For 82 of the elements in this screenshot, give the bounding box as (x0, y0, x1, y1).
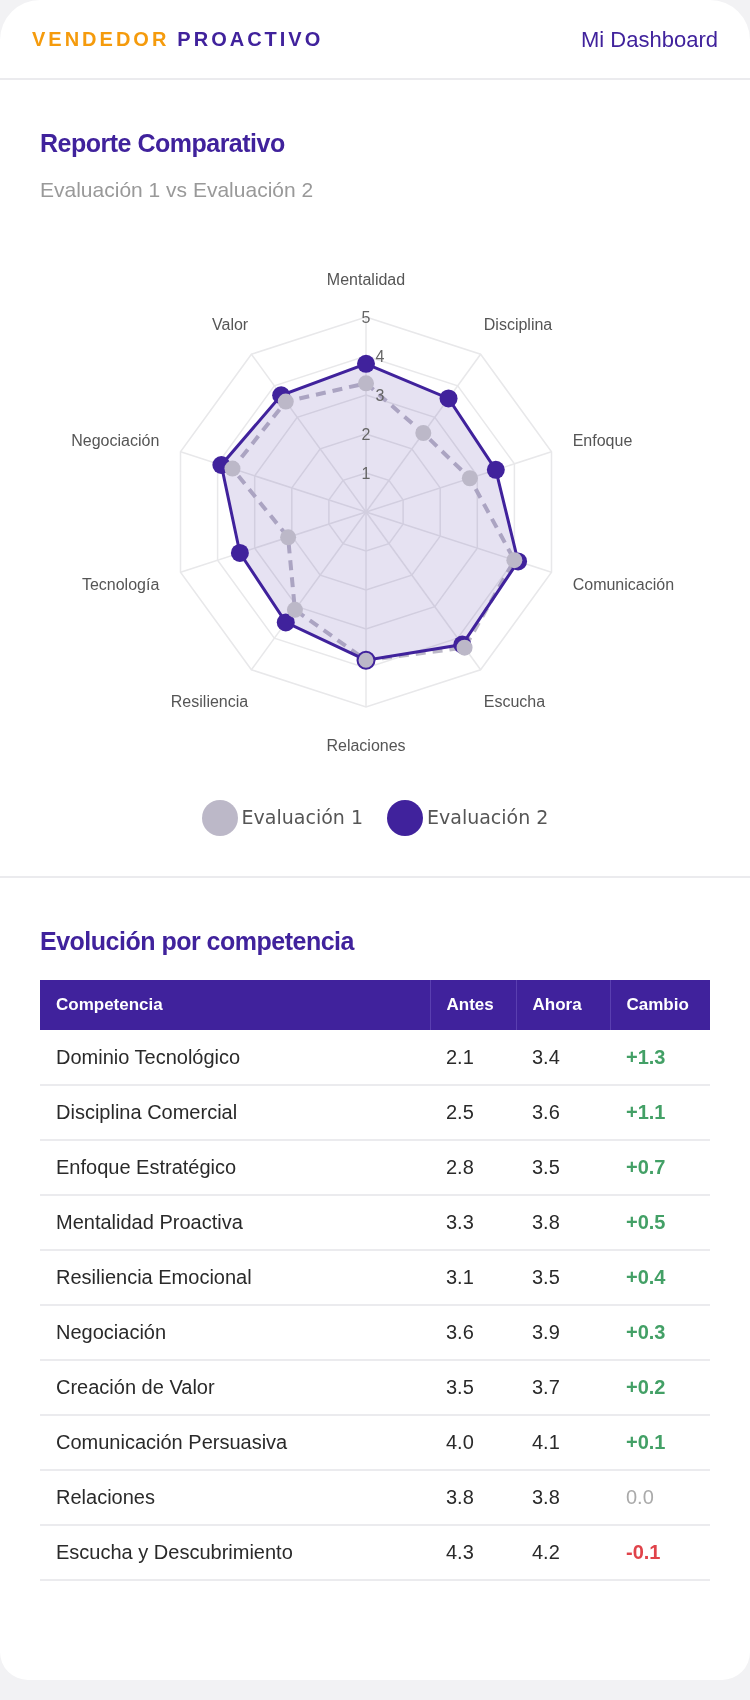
score-cell: 3.8 (430, 1469, 516, 1525)
section-subtitle: Evaluación 1 vs Evaluación 2 (40, 177, 315, 203)
score-cell: 3.3 (430, 1194, 516, 1250)
score-cell: 4.0 (430, 1414, 516, 1470)
axis-label: Disciplina (483, 315, 553, 332)
change-cell: +1.1 (610, 1084, 710, 1140)
axis-label: Enfoque (572, 431, 633, 449)
axis-label: Relaciones (326, 736, 406, 754)
score-cell: 3.4 (516, 1029, 610, 1085)
tick-label: 3 (375, 386, 385, 404)
change-cell: 0.0 (610, 1469, 710, 1525)
axis-label: Tecnología (81, 575, 160, 593)
competency-cell: Mentalidad Proactiva (40, 1194, 430, 1250)
data-point (461, 469, 478, 486)
column-header: Competencia (40, 979, 430, 1030)
competency-cell: Dominio Tecnológico (40, 1029, 430, 1085)
change-cell: +0.5 (610, 1194, 710, 1250)
data-point (230, 543, 249, 562)
competency-cell: Escucha y Descubrimiento (40, 1524, 430, 1580)
tick-label: 4 (375, 347, 385, 365)
score-cell: 3.8 (516, 1469, 610, 1525)
data-point (456, 639, 473, 656)
score-cell: 3.7 (516, 1359, 610, 1415)
data-point (356, 650, 376, 670)
score-cell: 4.2 (516, 1524, 610, 1580)
tick-label: 2 (361, 425, 371, 443)
change-cell: -0.1 (610, 1524, 710, 1580)
data-point (286, 601, 303, 618)
competency-cell: Relaciones (40, 1469, 430, 1525)
axis-label: Mentalidad (326, 270, 406, 288)
score-cell: 3.5 (516, 1139, 610, 1195)
axis-label: Negociación (71, 431, 160, 449)
column-header: Antes (430, 979, 516, 1030)
change-cell: +0.1 (610, 1414, 710, 1470)
data-point (224, 460, 241, 477)
axis-label: Escucha (483, 692, 546, 709)
column-header: Ahora (516, 979, 610, 1030)
axis-label: Resiliencia (170, 692, 249, 709)
section-title: Reporte Comparativo (40, 128, 286, 158)
score-cell: 3.9 (516, 1304, 610, 1360)
change-cell: +0.4 (610, 1249, 710, 1305)
score-cell: 2.5 (430, 1084, 516, 1140)
score-cell: 3.1 (430, 1249, 516, 1305)
change-cell: +1.3 (610, 1029, 710, 1085)
score-cell: 4.1 (516, 1414, 610, 1470)
score-cell: 4.3 (430, 1524, 516, 1580)
change-cell: +0.3 (610, 1304, 710, 1360)
score-cell: 3.5 (430, 1359, 516, 1415)
competency-cell: Comunicación Persuasiva (40, 1414, 430, 1470)
legend-label: Evaluación 2 (427, 805, 549, 831)
score-cell: 3.6 (430, 1304, 516, 1360)
dashboard-link[interactable]: Mi Dashboard (581, 22, 718, 56)
axis-label: Comunicación (572, 575, 675, 593)
score-cell: 2.8 (430, 1139, 516, 1195)
change-cell: +0.2 (610, 1359, 710, 1415)
legend-label: Evaluación 1 (241, 805, 363, 831)
competency-cell: Resiliencia Emocional (40, 1249, 430, 1305)
brand-logo-word: PROACTIVO (177, 27, 324, 52)
data-point (506, 551, 523, 568)
data-point (439, 388, 458, 407)
tick-label: 1 (361, 464, 371, 482)
data-point (415, 424, 432, 441)
brand-logo-word: VENDEDOR (32, 27, 170, 52)
competency-cell: Disciplina Comercial (40, 1084, 430, 1140)
axis-label: Valor (212, 315, 249, 332)
data-point (358, 374, 374, 391)
data-point (486, 460, 505, 479)
change-cell: +0.7 (610, 1139, 710, 1195)
competency-cell: Negociación (40, 1304, 430, 1360)
score-cell: 3.6 (516, 1084, 610, 1140)
score-cell: 2.1 (430, 1029, 516, 1085)
data-point (276, 612, 295, 631)
data-point (277, 393, 294, 410)
competency-cell: Creación de Valor (40, 1359, 430, 1415)
tick-label: 5 (361, 308, 371, 326)
score-cell: 3.5 (516, 1249, 610, 1305)
data-point (357, 354, 375, 373)
competency-cell: Enfoque Estratégico (40, 1139, 430, 1195)
data-point (280, 528, 297, 545)
section-title: Evolución por competencia (40, 925, 356, 956)
score-cell: 3.8 (516, 1194, 610, 1250)
column-header: Cambio (610, 979, 710, 1030)
